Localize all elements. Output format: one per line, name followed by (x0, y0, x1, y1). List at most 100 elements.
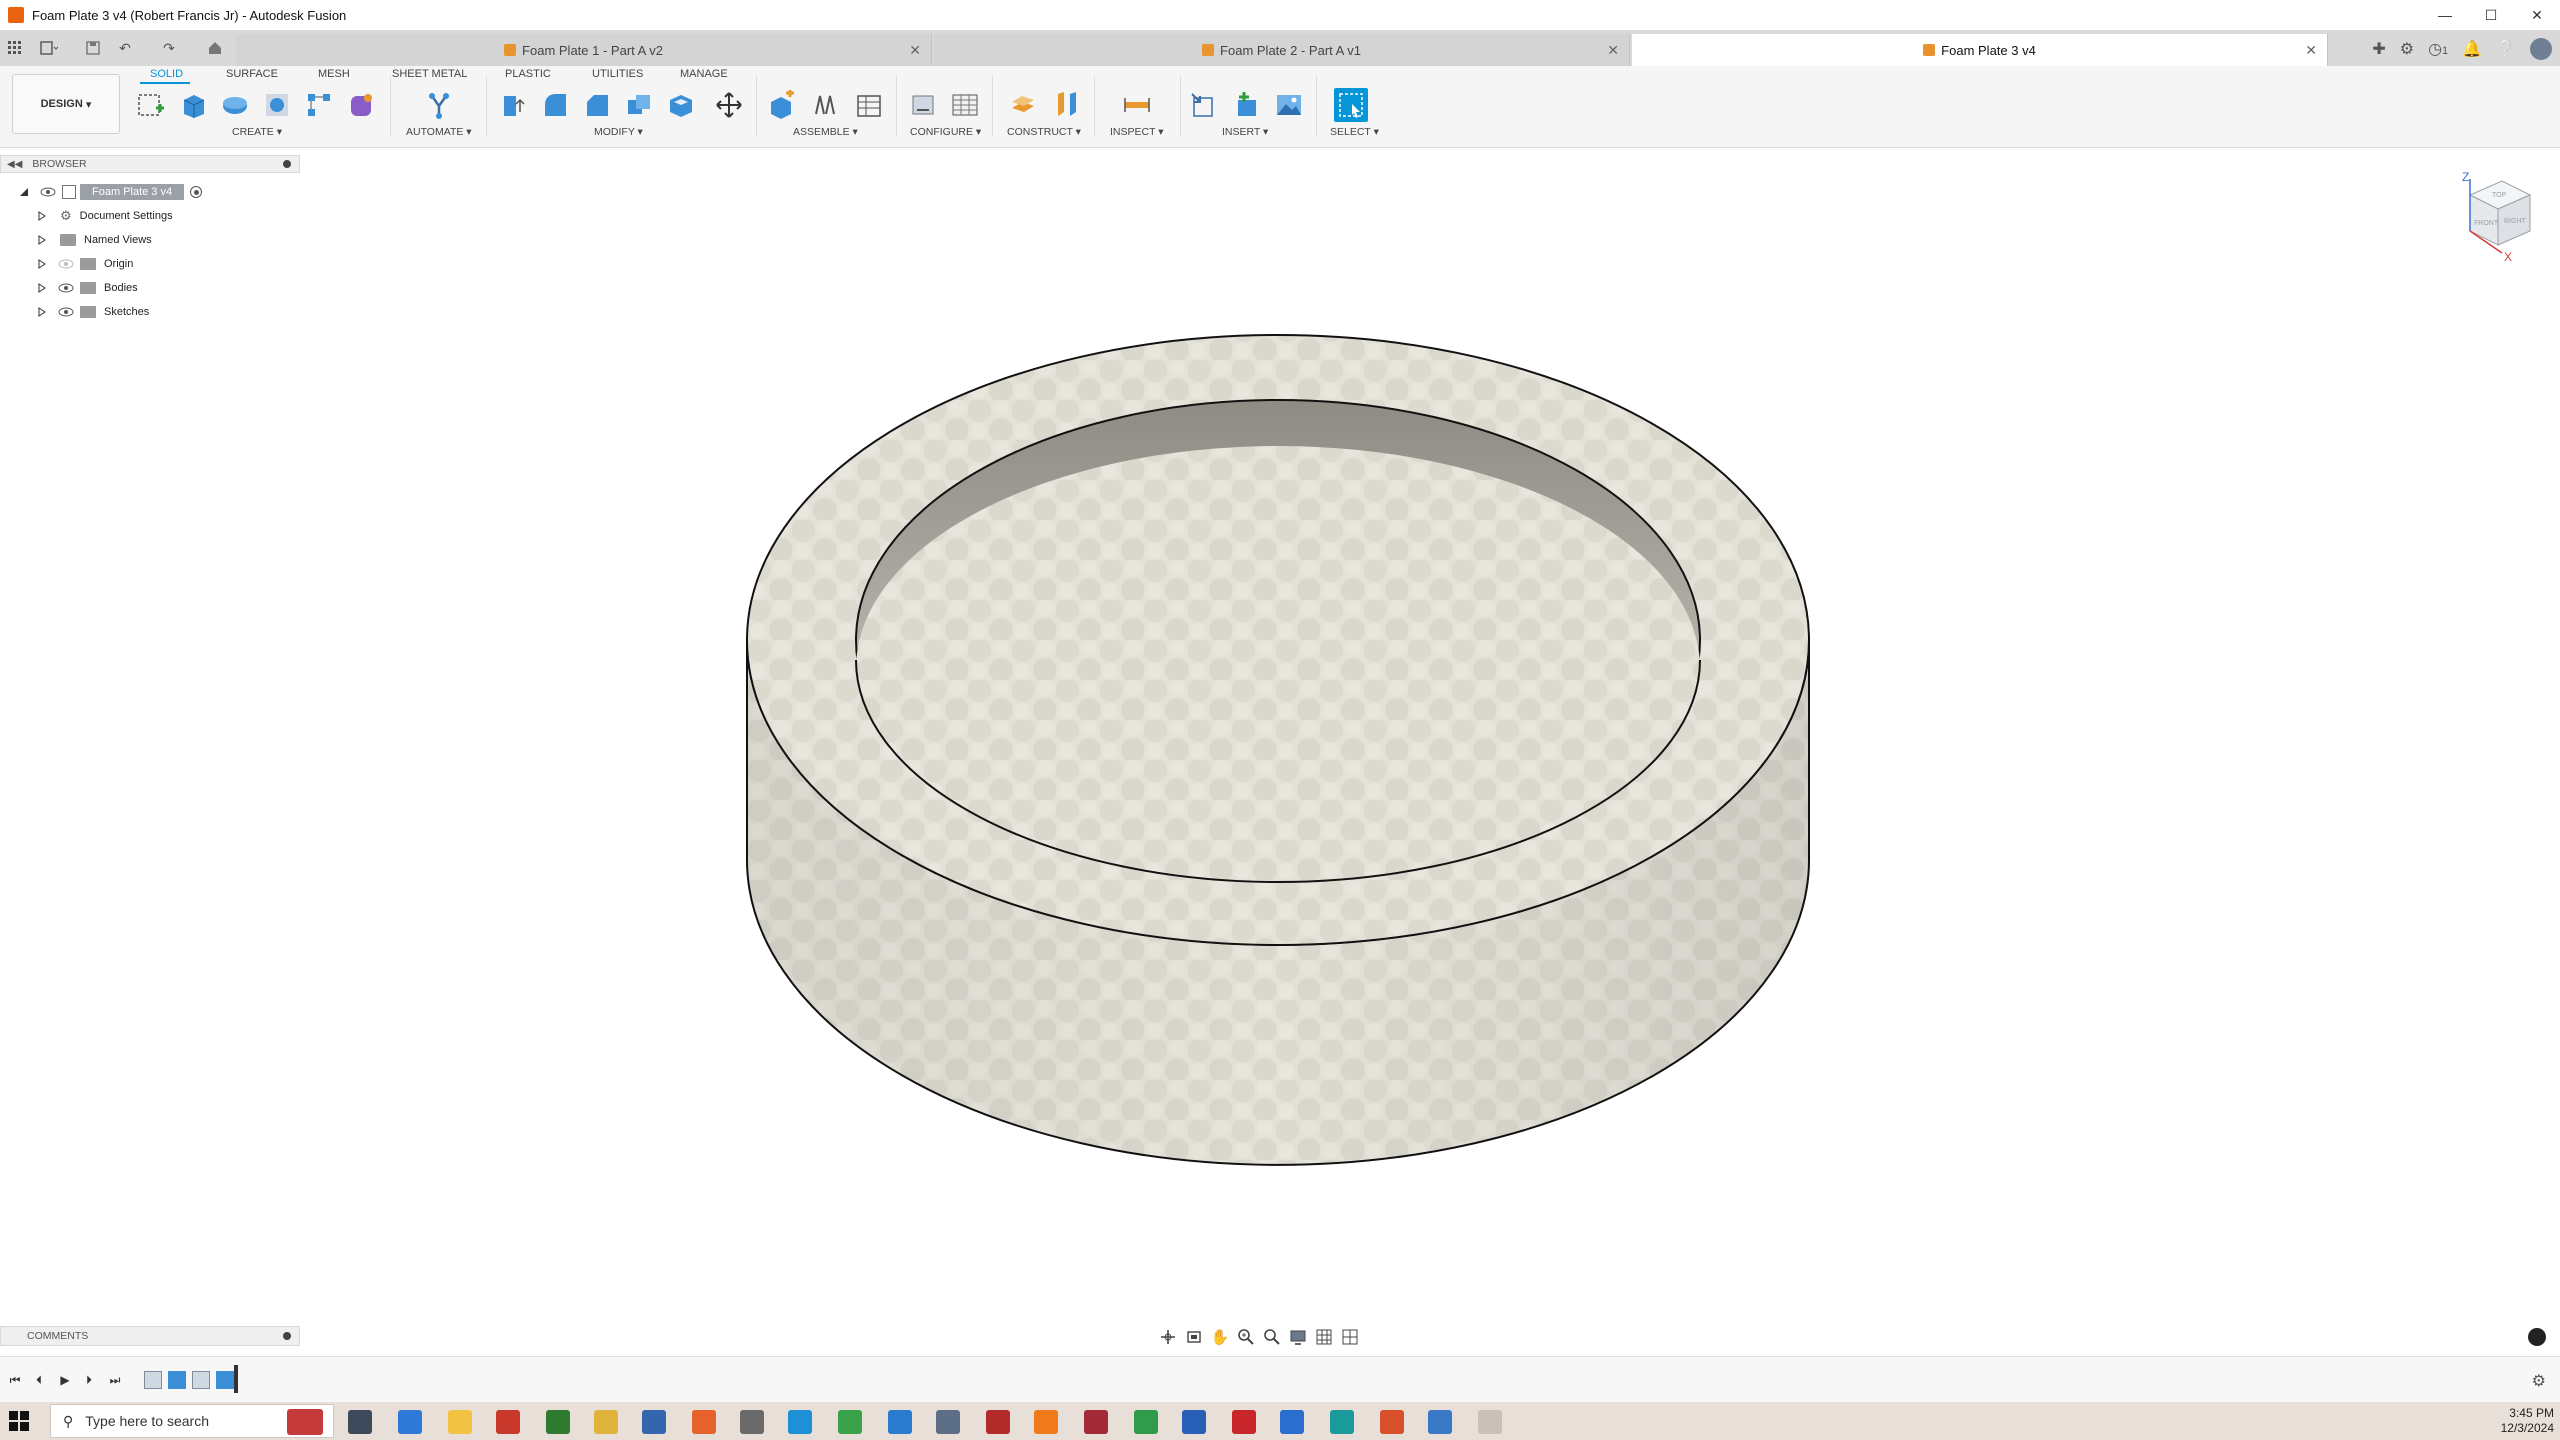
app-cube-icon[interactable] (642, 1410, 666, 1434)
fusion-taskbar-icon[interactable] (1034, 1410, 1058, 1434)
viewcube-right-label[interactable]: RIGHT (2504, 218, 2527, 225)
press-pull-icon[interactable] (496, 88, 530, 122)
app-pen-icon[interactable] (594, 1410, 618, 1434)
app-green-icon[interactable] (546, 1410, 570, 1434)
close-tab-icon[interactable]: ✕ (1607, 42, 1619, 59)
timeline-extrude-feature-icon[interactable] (168, 1371, 186, 1389)
app-word-icon[interactable] (1182, 1410, 1206, 1434)
collapse-panel-icon[interactable]: ◀◀ (7, 159, 22, 170)
firefox-icon[interactable] (692, 1410, 716, 1434)
fit-icon[interactable] (1262, 1327, 1282, 1347)
insert-mesh-icon[interactable] (1230, 88, 1264, 122)
timeline-sketch-feature-icon[interactable] (192, 1371, 210, 1389)
measure-icon[interactable] (1120, 88, 1154, 122)
close-tab-icon[interactable]: ✕ (909, 42, 921, 59)
offset-plane-icon[interactable] (1006, 88, 1040, 122)
revolve-icon[interactable] (218, 88, 252, 122)
grid-settings-icon[interactable] (1314, 1327, 1334, 1347)
automate-group-label[interactable]: AUTOMATE ▾ (406, 126, 472, 138)
tab-manage[interactable]: MANAGE (680, 68, 728, 80)
help-icon[interactable]: ❔ (2496, 39, 2516, 59)
app-orange-icon[interactable] (1380, 1410, 1404, 1434)
viewcube-top-label[interactable]: TOP (2492, 192, 2507, 199)
visibility-hidden-eye-icon[interactable] (58, 258, 74, 270)
orbit-icon[interactable] (1158, 1327, 1178, 1347)
browser-root-item[interactable]: Foam Plate 3 v4 (18, 181, 203, 203)
notifications-icon[interactable]: 🔔 (2462, 39, 2482, 59)
user-avatar-icon[interactable] (2530, 38, 2552, 60)
hole-icon[interactable] (260, 88, 294, 122)
file-menu-icon[interactable] (38, 38, 60, 58)
expand-triangle-icon[interactable] (36, 282, 48, 294)
insert-group-label[interactable]: INSERT ▾ (1222, 126, 1268, 138)
tab-utilities[interactable]: UTILITIES (592, 68, 643, 80)
browser-item-sketches[interactable]: Sketches (36, 301, 149, 323)
expand-triangle-icon[interactable] (36, 258, 48, 270)
timeline-extrude-feature-icon[interactable] (216, 1371, 234, 1389)
expand-triangle-icon[interactable] (36, 210, 48, 222)
app-network-icon[interactable] (936, 1410, 960, 1434)
calculator-icon[interactable] (1428, 1410, 1452, 1434)
insert-derive-icon[interactable] (1186, 88, 1220, 122)
tab-surface[interactable]: SURFACE (226, 68, 278, 80)
copilot-icon[interactable] (398, 1410, 422, 1434)
assemble-group-label[interactable]: ASSEMBLE ▾ (793, 126, 858, 138)
filezilla-icon[interactable] (986, 1410, 1010, 1434)
select-icon[interactable] (1334, 88, 1368, 122)
display-settings-icon[interactable] (1288, 1327, 1308, 1347)
app-media-icon[interactable] (1084, 1410, 1108, 1434)
tab-foam-plate-1[interactable]: Foam Plate 1 - Part A v2 ✕ (236, 34, 932, 66)
viewports-icon[interactable] (1340, 1327, 1360, 1347)
fillet-icon[interactable] (538, 88, 572, 122)
create-form-icon[interactable] (344, 88, 378, 122)
pin-panel-icon[interactable] (283, 160, 291, 168)
construct-group-label[interactable]: CONSTRUCT ▾ (1007, 126, 1081, 138)
comments-panel-header[interactable]: COMMENTS (0, 1326, 300, 1346)
combine-icon[interactable] (622, 88, 656, 122)
go-to-end-icon[interactable]: ⏭ (106, 1371, 124, 1389)
inspect-group-label[interactable]: INSPECT ▾ (1110, 126, 1164, 138)
browser-item-named-views[interactable]: Named Views (36, 229, 152, 251)
tab-sheet-metal[interactable]: SHEET METAL (392, 68, 467, 80)
tab-plastic[interactable]: PLASTIC (505, 68, 551, 80)
browser-item-document-settings[interactable]: ⚙ Document Settings (36, 205, 173, 227)
system-clock[interactable]: 3:45 PM 12/3/2024 (2501, 1406, 2554, 1436)
configure-group-label[interactable]: CONFIGURE ▾ (910, 126, 981, 138)
chrome-icon[interactable] (838, 1410, 862, 1434)
browser-item-bodies[interactable]: Bodies (36, 277, 138, 299)
minimize-button[interactable]: — (2422, 0, 2468, 30)
close-window-button[interactable]: ✕ (2514, 0, 2560, 30)
extrude-icon[interactable] (176, 88, 210, 122)
viewcube[interactable]: TOP FRONT RIGHT Z X (2440, 165, 2550, 275)
acrobat-icon[interactable] (1232, 1410, 1256, 1434)
timeline-sketch-feature-icon[interactable] (144, 1371, 162, 1389)
midplane-icon[interactable] (1050, 88, 1084, 122)
activate-radio-icon[interactable] (190, 186, 203, 198)
configuration-table-icon[interactable] (948, 88, 982, 122)
chamfer-icon[interactable] (580, 88, 614, 122)
undo-icon[interactable]: ↶ (114, 38, 136, 58)
collapse-triangle-icon[interactable] (18, 186, 30, 198)
expand-triangle-icon[interactable] (36, 306, 48, 318)
browser-panel-header[interactable]: ◀◀ BROWSER (0, 155, 300, 173)
zoom-icon[interactable] (1236, 1327, 1256, 1347)
create-sketch-icon[interactable] (134, 88, 168, 122)
configure-icon[interactable] (906, 88, 940, 122)
3d-viewport[interactable] (300, 150, 2560, 1320)
app-infinity-icon[interactable] (1330, 1410, 1354, 1434)
tab-foam-plate-2[interactable]: Foam Plate 2 - Part A v1 ✕ (934, 34, 1630, 66)
maximize-button[interactable]: ☐ (2468, 0, 2514, 30)
app-sheets-icon[interactable] (1134, 1410, 1158, 1434)
windows-start-icon[interactable] (8, 1410, 30, 1432)
workspace-switcher[interactable]: DESIGN ▾ (12, 74, 120, 134)
new-component-icon[interactable] (764, 88, 798, 122)
tab-foam-plate-3[interactable]: Foam Plate 3 v4 ✕ (1632, 34, 2328, 66)
visibility-eye-icon[interactable] (40, 186, 56, 198)
step-back-icon[interactable]: ⏴ (30, 1371, 48, 1389)
timeline-settings-gear-icon[interactable]: ⚙ (2532, 1371, 2546, 1391)
new-tab-icon[interactable]: ✚ (2372, 39, 2385, 59)
automate-icon[interactable] (422, 88, 456, 122)
app-misc-icon[interactable] (1478, 1410, 1502, 1434)
modify-group-label[interactable]: MODIFY ▾ (594, 126, 643, 138)
viewcube-front-label[interactable]: FRONT (2474, 220, 2499, 227)
